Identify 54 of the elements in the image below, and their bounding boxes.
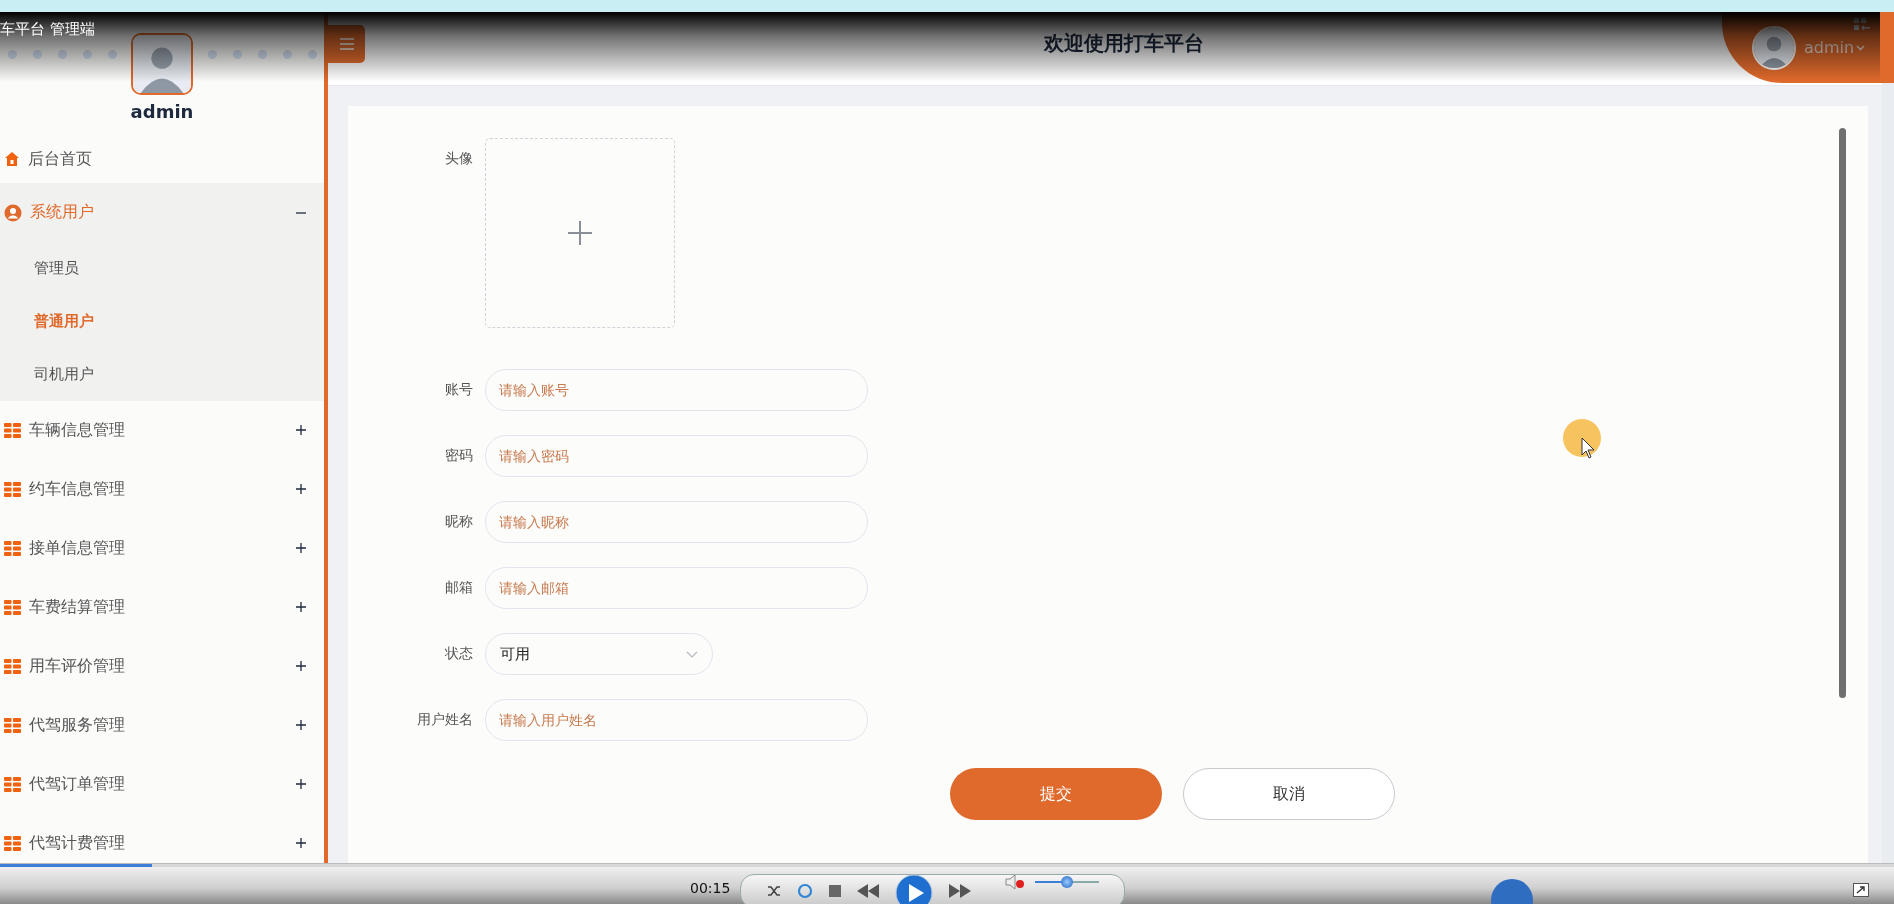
input-field[interactable]: 请输入用户姓名 bbox=[485, 699, 868, 741]
plus-icon bbox=[568, 221, 592, 245]
user-name: admin bbox=[1804, 38, 1855, 57]
menu-item[interactable]: 车费结算管理 bbox=[0, 589, 324, 625]
grid-icon bbox=[4, 835, 21, 851]
menu-item[interactable]: 约车信息管理 bbox=[0, 471, 324, 507]
cancel-button[interactable]: 取消 bbox=[1183, 768, 1395, 820]
layout-switch-icon[interactable] bbox=[1854, 18, 1870, 32]
video-title: 车平台 管理端 bbox=[0, 20, 95, 39]
page-title: 欢迎使用打车平台 bbox=[1043, 30, 1204, 57]
scrollbar[interactable] bbox=[1839, 128, 1846, 698]
mute-icon[interactable] bbox=[1005, 874, 1025, 890]
menu-item[interactable]: 后台首页 bbox=[0, 141, 324, 177]
chevron-down-icon bbox=[1856, 44, 1866, 51]
menu-item[interactable]: 代驾计费管理 bbox=[0, 825, 324, 861]
play-icon[interactable] bbox=[895, 874, 933, 904]
field-label: 邮箱 bbox=[444, 579, 474, 597]
menu-item[interactable]: 车辆信息管理 bbox=[0, 412, 324, 448]
grid-icon bbox=[4, 540, 21, 556]
menu-item[interactable]: 代驾服务管理 bbox=[0, 707, 324, 743]
fullscreen-icon[interactable] bbox=[1853, 883, 1869, 897]
field-label: 昵称 bbox=[444, 513, 474, 531]
menu-icon bbox=[339, 37, 354, 50]
grid-icon bbox=[4, 658, 21, 674]
input-field[interactable]: 请输入昵称 bbox=[485, 501, 868, 543]
grid-icon bbox=[4, 422, 21, 438]
previous-icon[interactable] bbox=[857, 884, 879, 898]
submenu-item[interactable]: 管理员 bbox=[0, 242, 324, 295]
menu-item[interactable]: 用车评价管理 bbox=[0, 648, 324, 684]
field-label: 头像 bbox=[444, 149, 474, 168]
home-icon bbox=[4, 151, 20, 167]
user-icon bbox=[4, 203, 22, 222]
seek-bar[interactable] bbox=[0, 864, 1894, 867]
grid-icon bbox=[4, 599, 21, 615]
input-field[interactable]: 请输入密码 bbox=[485, 435, 868, 477]
menu-item[interactable]: 代驾订单管理 bbox=[0, 766, 324, 802]
field-label: 账号 bbox=[444, 381, 474, 399]
input-field[interactable]: 请输入账号 bbox=[485, 369, 868, 411]
menu-button[interactable] bbox=[328, 24, 365, 63]
field-label: 用户姓名 bbox=[416, 711, 474, 729]
field-label: 密码 bbox=[444, 447, 474, 465]
input-field[interactable]: 请输入邮箱 bbox=[485, 567, 868, 609]
shuffle-icon[interactable] bbox=[767, 884, 781, 898]
grid-icon bbox=[4, 481, 21, 497]
user-name: admin bbox=[130, 101, 194, 122]
chevron-down-icon bbox=[686, 650, 698, 658]
next-icon[interactable] bbox=[949, 884, 971, 898]
grid-icon bbox=[4, 776, 21, 792]
field-label: 状态 bbox=[444, 645, 474, 663]
repeat-icon[interactable] bbox=[797, 883, 813, 899]
playback-time: 00:15 bbox=[690, 880, 731, 896]
grid-icon bbox=[4, 717, 21, 733]
menu-item[interactable]: 接单信息管理 bbox=[0, 530, 324, 566]
submenu-item[interactable]: 司机用户 bbox=[0, 348, 324, 401]
